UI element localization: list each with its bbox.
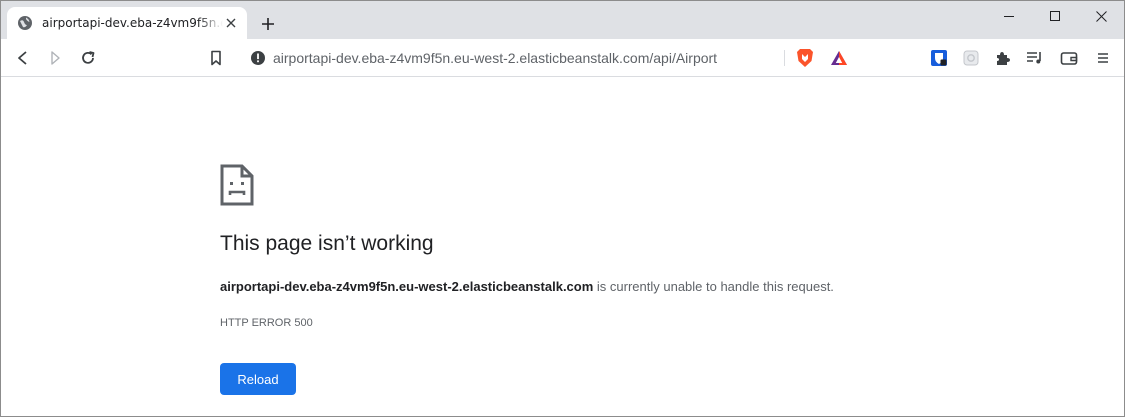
globe-icon [17,15,33,31]
playlist-button[interactable] [1023,46,1047,70]
bitwarden-icon [931,50,947,66]
close-icon[interactable] [223,15,239,31]
address-bar[interactable]: airportapi-dev.eba-z4vm9f5n.eu-west-2.el… [237,43,859,73]
back-button[interactable] [11,46,35,70]
sad-document-icon [220,164,254,206]
browser-window: airportapi-dev.eba-z4vm9f5n.eu-west-2.el… [0,0,1125,417]
info-icon[interactable] [243,43,273,73]
error-host: airportapi-dev.eba-z4vm9f5n.eu-west-2.el… [220,279,594,294]
forward-icon [51,51,60,65]
error-description: airportapi-dev.eba-z4vm9f5n.eu-west-2.el… [220,279,834,294]
error-code: HTTP ERROR 500 [220,317,313,329]
reload-button[interactable] [76,46,100,70]
menu-icon [1098,53,1108,63]
tab-active[interactable]: airportapi-dev.eba-z4vm9f5n.eu-west-2.el… [7,7,247,39]
extension-icon [963,50,979,66]
window-close-button[interactable] [1078,1,1124,31]
forward-button[interactable] [43,46,67,70]
error-title: This page isn’t working [220,232,434,255]
error-message: is currently unable to handle this reque… [593,279,834,294]
page-content: This page isn’t working airportapi-dev.e… [1,78,1124,416]
minimize-icon [1004,16,1014,17]
close-icon [1095,10,1107,22]
brave-rewards-icon[interactable] [829,48,849,68]
wallet-icon [1060,52,1078,65]
minimize-button[interactable] [986,1,1032,31]
toolbar: airportapi-dev.eba-z4vm9f5n.eu-west-2.el… [1,39,1124,77]
wallet-button[interactable] [1057,46,1081,70]
playlist-icon [1027,52,1041,64]
puzzle-icon [997,52,1010,65]
brave-shields-icon[interactable] [795,48,815,68]
extension-button[interactable] [959,46,983,70]
reload-page-button[interactable]: Reload [220,363,296,395]
url-text[interactable]: airportapi-dev.eba-z4vm9f5n.eu-west-2.el… [273,50,717,66]
maximize-button[interactable] [1032,1,1078,31]
omnibox-divider [784,50,785,66]
tab-strip: airportapi-dev.eba-z4vm9f5n.eu-west-2.el… [1,1,1124,39]
bookmark-icon [211,50,221,66]
extensions-menu-button[interactable] [991,46,1015,70]
new-tab-button[interactable] [257,13,279,35]
bookmark-button[interactable] [204,46,228,70]
plus-icon [262,18,274,30]
back-icon [18,51,27,65]
bitwarden-extension[interactable] [927,46,951,70]
tab-title: airportapi-dev.eba-z4vm9f5n.eu-west-2.el… [42,16,223,30]
maximize-icon [1050,11,1060,21]
reload-icon [82,51,95,64]
main-menu-button[interactable] [1091,46,1115,70]
